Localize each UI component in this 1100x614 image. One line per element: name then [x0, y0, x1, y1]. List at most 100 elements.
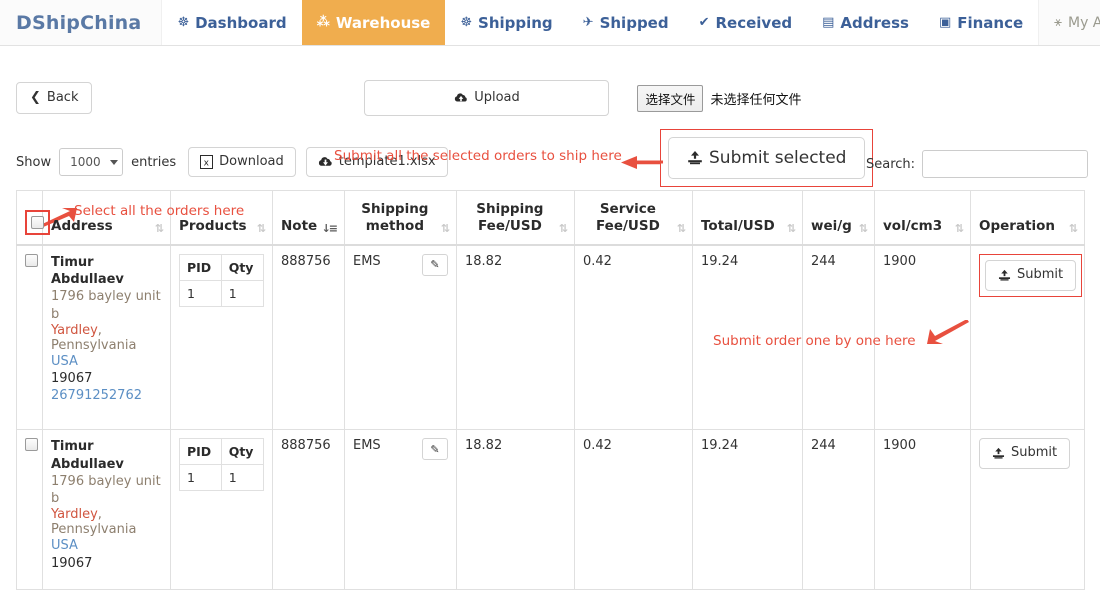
row-submit-label: Submit — [1011, 445, 1058, 461]
products-row: 1 1 — [179, 279, 265, 307]
th-address[interactable]: Address ⇅ — [42, 189, 171, 246]
annotation-submit-all: Submit all the selected orders to ship h… — [334, 148, 622, 164]
orders-table: Address ⇅ Products ⇅ Note ↓≡ Shipping me… — [16, 189, 1085, 591]
search-input[interactable] — [922, 150, 1089, 178]
nav-label-address: Address — [840, 13, 909, 32]
th-service-fee[interactable]: Service Fee/USD ⇅ — [574, 189, 693, 246]
sort-icon: ⇅ — [440, 221, 450, 235]
product-qty: 1 — [220, 279, 265, 307]
row-products-cell: PID Qty 1 1 — [170, 244, 273, 431]
edit-shipping-method-button[interactable]: ✎ — [422, 438, 448, 461]
nav-item-received[interactable]: ✔ Received — [684, 0, 808, 45]
th-operation-label: Operation — [979, 217, 1056, 234]
address-street: 1796 bayley unit b — [51, 289, 161, 322]
th-note-label: Note — [281, 217, 318, 234]
nav-item-address[interactable]: ▤ Address — [807, 0, 924, 45]
row-submit-button[interactable]: Submit — [979, 438, 1071, 470]
upload-button[interactable]: Upload — [364, 79, 610, 117]
nav-label-dashboard: Dashboard — [195, 13, 287, 32]
th-select-all[interactable] — [16, 189, 50, 246]
file-status-label: 未选择任何文件 — [710, 92, 802, 108]
row-shipping-method-cell: ✎ EMS — [344, 429, 457, 591]
th-shipping-fee-label: Shipping Fee/USD — [476, 201, 544, 234]
address-country: USA — [51, 538, 78, 554]
nav-label-shipped: Shipped — [599, 13, 669, 32]
nav-item-warehouse[interactable]: ⁂ Warehouse — [301, 0, 446, 45]
nav-item-my-account[interactable]: ⚹ My Account — [1038, 0, 1100, 45]
row-service-fee-cell: 0.42 — [574, 429, 693, 591]
th-weight[interactable]: wei/g ⇅ — [802, 189, 875, 246]
arrow-to-row-submit-icon — [927, 320, 969, 344]
row-checkbox[interactable] — [25, 438, 38, 452]
entries-select[interactable]: 1000 — [59, 148, 124, 176]
sort-icon: ⇅ — [954, 221, 964, 235]
products-table: PID Qty 1 1 — [179, 253, 265, 307]
th-products[interactable]: Products ⇅ — [170, 189, 273, 246]
th-weight-label: wei/g — [811, 217, 852, 234]
th-address-label: Address — [51, 217, 113, 234]
upload-stand-icon — [998, 269, 1011, 281]
th-note[interactable]: Note ↓≡ — [272, 189, 345, 246]
th-shipping-fee[interactable]: Shipping Fee/USD ⇅ — [456, 189, 575, 246]
row-shipping-method-cell: ✎ EMS — [344, 244, 457, 431]
user-icon: ⚹ — [1054, 15, 1062, 30]
orders-table-body: Timur Abdullaev 1796 bayley unit b Yardl… — [16, 244, 1085, 591]
address-street: 1796 bayley unit b — [51, 473, 161, 507]
brand-logo[interactable]: DShipChina — [0, 0, 163, 45]
excel-icon: x — [200, 154, 214, 169]
nav-item-dashboard[interactable]: ☸ Dashboard — [162, 0, 301, 45]
product-pid: 1 — [179, 279, 222, 307]
nav-item-shipping[interactable]: ☸ Shipping — [445, 0, 567, 45]
sort-icon: ⇅ — [786, 221, 796, 235]
submit-selected-highlight: Submit selected — [660, 129, 874, 188]
shipping-method-value: EMS — [353, 253, 381, 269]
row-submit-label: Submit — [1017, 266, 1064, 282]
th-total-usd[interactable]: Total/USD ⇅ — [692, 189, 803, 246]
address-name: Timur Abdullaev — [51, 254, 124, 288]
products-th-pid: PID — [179, 253, 222, 281]
th-service-fee-label: Service Fee/USD — [595, 201, 660, 234]
address-country: USA — [51, 353, 78, 369]
row-shipping-fee-cell: 18.82 — [456, 429, 575, 591]
search-label: Search: — [866, 156, 916, 172]
nav-item-shipped[interactable]: ✈ Shipped — [568, 0, 684, 45]
book-icon: ▤ — [822, 15, 835, 30]
row-select-cell[interactable] — [16, 244, 43, 431]
row-weight-cell: 244 — [802, 429, 875, 591]
table-row: Timur Abdullaev 1796 bayley unit b Yardl… — [16, 429, 1085, 591]
back-button[interactable]: ❮ Back — [16, 81, 93, 115]
entries-select-value: 1000 — [70, 155, 101, 169]
products-row: 1 1 — [179, 464, 265, 492]
row-address-cell: Timur Abdullaev 1796 bayley unit b Yardl… — [42, 244, 171, 431]
nav-label-shipping: Shipping — [478, 13, 553, 32]
th-operation[interactable]: Operation ⇅ — [970, 189, 1085, 246]
nav-label-my-account: My Account — [1067, 14, 1100, 31]
plane-icon: ✈ — [582, 15, 594, 30]
download-button[interactable]: x Download — [188, 146, 296, 178]
address-name: Timur Abdullaev — [51, 439, 124, 472]
nav-item-finance[interactable]: ▣ Finance — [924, 0, 1038, 45]
row-submit-button[interactable]: Submit — [985, 259, 1077, 291]
cloud-upload-icon — [455, 93, 467, 102]
th-volume-label: vol/cm3 — [883, 217, 943, 234]
submit-selected-button[interactable]: Submit selected — [668, 137, 866, 180]
orders-table-header-row: Address ⇅ Products ⇅ Note ↓≡ Shipping me… — [16, 189, 1085, 246]
row-submit-highlight: Submit — [979, 253, 1083, 297]
row-select-cell[interactable] — [16, 429, 43, 591]
th-shipping-method[interactable]: Shipping method ⇅ — [344, 189, 457, 246]
sort-icon: ⇅ — [676, 221, 686, 235]
file-input-wrapper[interactable]: 选择文件 未选择任何文件 — [637, 84, 802, 112]
row-checkbox[interactable] — [25, 253, 38, 267]
th-total-usd-label: Total/USD — [701, 217, 775, 234]
search-area: Search: — [866, 150, 1089, 178]
products-th-qty: Qty — [220, 438, 265, 466]
edit-shipping-method-button[interactable]: ✎ — [422, 253, 448, 276]
nav-label-finance: Finance — [957, 13, 1024, 32]
row-shipping-fee-cell: 18.82 — [456, 244, 575, 431]
sort-icon: ⇅ — [256, 221, 266, 235]
check-icon: ✔ — [698, 15, 710, 30]
nav-label-received: Received — [715, 13, 793, 32]
choose-file-button[interactable]: 选择文件 — [637, 84, 704, 112]
products-th-qty: Qty — [220, 253, 265, 281]
th-volume[interactable]: vol/cm3 ⇅ — [874, 189, 971, 246]
